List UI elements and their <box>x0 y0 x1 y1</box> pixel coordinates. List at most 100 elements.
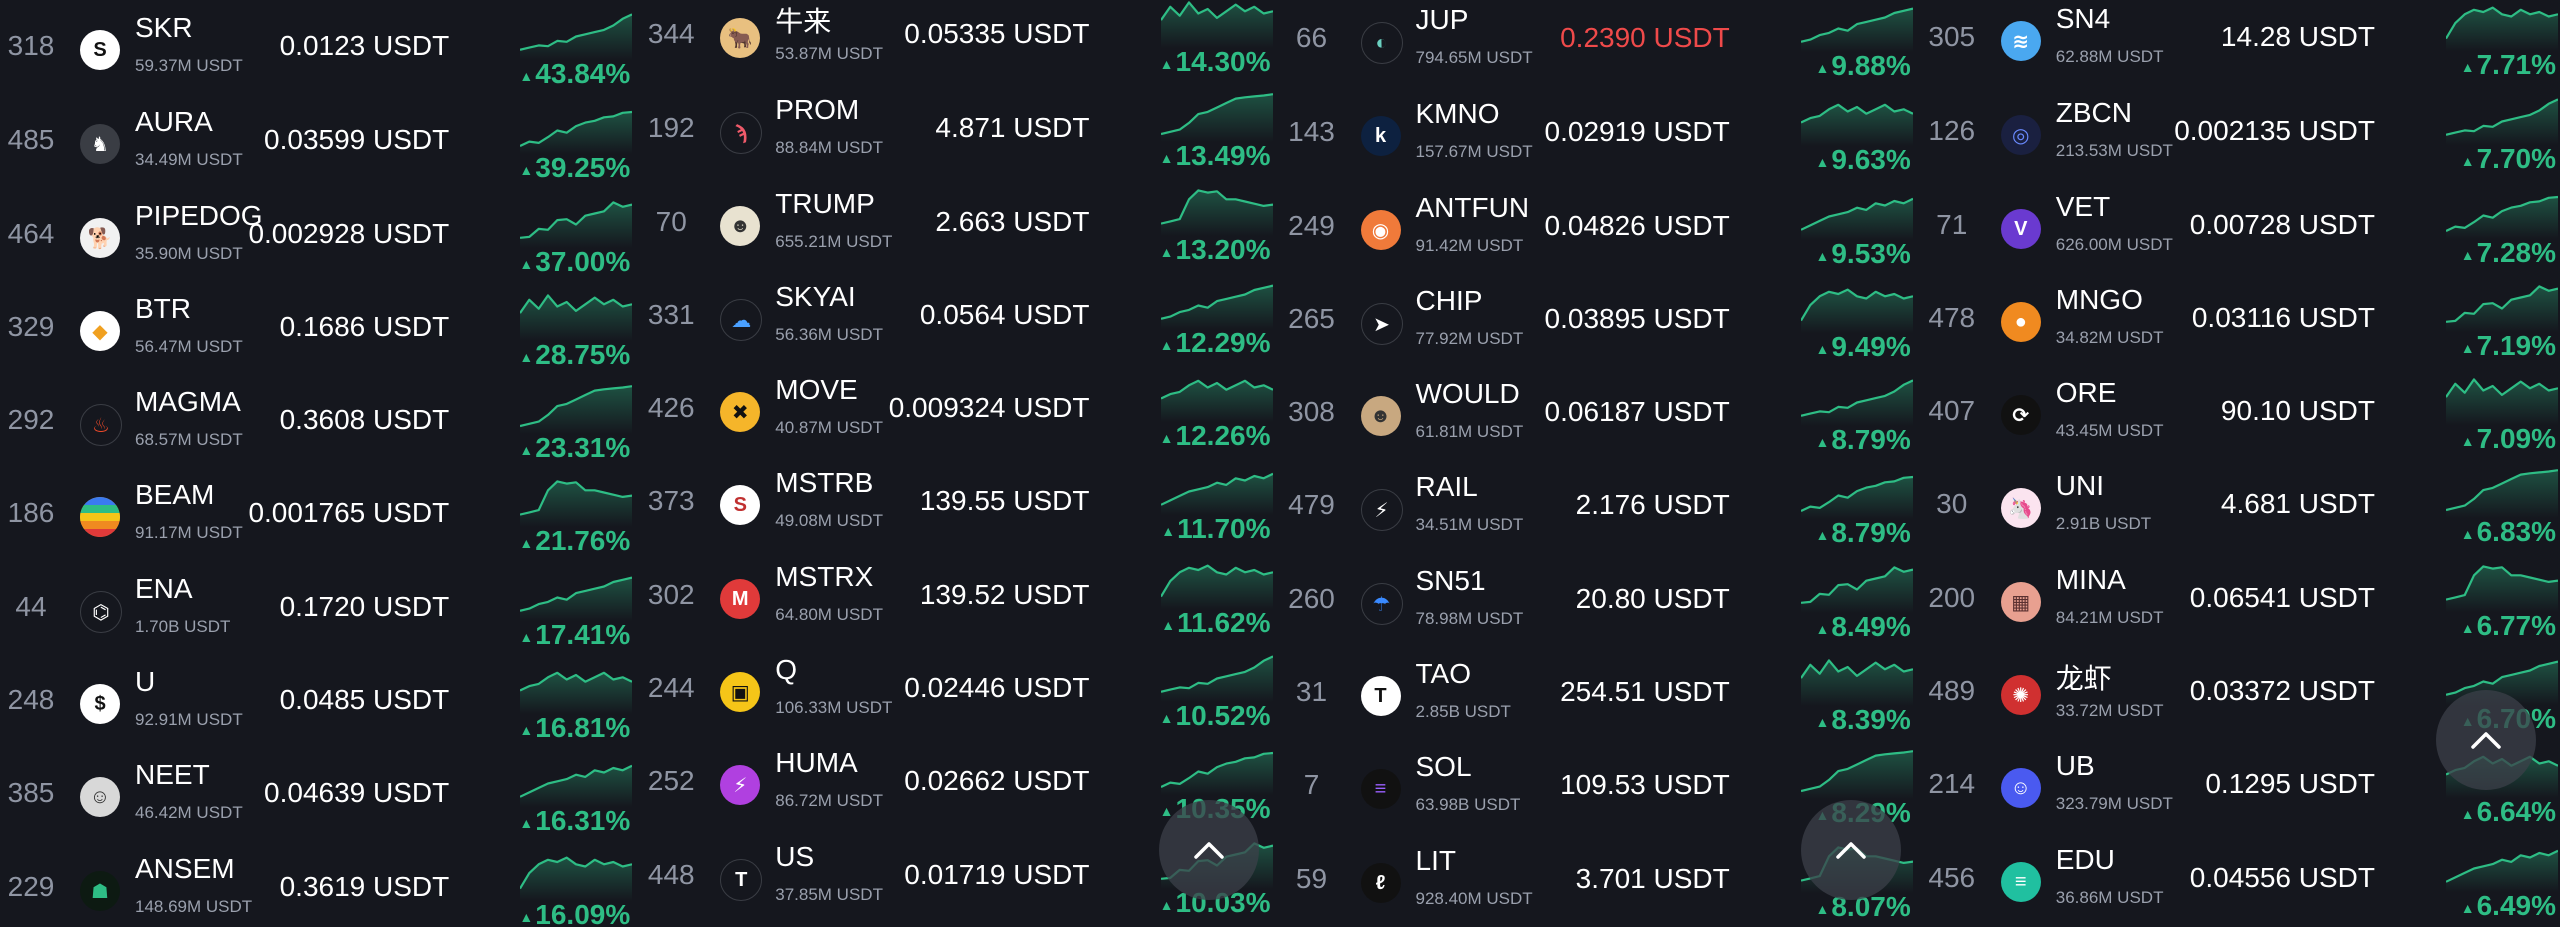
up-arrow-icon: ▲ <box>519 814 534 831</box>
up-arrow-icon: ▲ <box>519 255 534 272</box>
kmno-icon-glyph: k <box>1374 124 1387 147</box>
rank-number: 200 <box>1928 582 1976 613</box>
market-row[interactable]: 426 ✖ MOVE 40.87M USDT 0.009324 USDT ▲12… <box>640 366 1274 459</box>
market-row[interactable]: 260 ☂ SN51 78.98M USDT 20.80 USDT ▲8.49% <box>1281 557 1915 650</box>
market-list-panel[interactable]: 344 🐂 牛来 53.87M USDT 0.05335 USDT ▲14.30… <box>640 0 1275 927</box>
rank-number: 331 <box>647 299 695 330</box>
market-row[interactable]: 265 ➤ CHIP 77.92M USDT 0.03895 USDT ▲9.4… <box>1281 277 1915 370</box>
change-percent: ▲16.81% <box>519 712 630 744</box>
market-row[interactable]: 407 ⟳ ORE 43.45M USDT 90.10 USDT ▲7.09% <box>1921 369 2560 462</box>
market-row[interactable]: 200 ▦ MINA 84.21M USDT 0.06541 USDT ▲6.7… <box>1921 556 2560 649</box>
last-price: 0.3619 USDT <box>279 871 450 902</box>
change-percent: ▲13.20% <box>1160 234 1271 266</box>
change-value: 39.25% <box>535 152 631 183</box>
market-row[interactable]: 385 ☺ NEET 46.42M USDT 0.04639 USDT ▲16.… <box>0 751 634 844</box>
market-row[interactable]: 331 ☁ SKYAI 56.36M USDT 0.0564 USDT ▲12.… <box>640 273 1274 366</box>
sparkline-chart <box>2446 849 2558 892</box>
market-row[interactable]: 249 ◉ ANTFUN 91.42M USDT 0.04826 USDT ▲9… <box>1281 184 1915 277</box>
scroll-to-top-button[interactable] <box>1800 800 1901 900</box>
change-value: 8.79% <box>1831 424 1911 455</box>
market-row[interactable]: 30 🦄 UNI 2.91B USDT 4.681 USDT ▲6.83% <box>1921 462 2560 555</box>
up-arrow-icon: ▲ <box>1815 433 1830 450</box>
market-row[interactable]: 186 BEAM 91.17M USDT 0.001765 USDT ▲21.7… <box>0 471 634 564</box>
change-value: 7.71% <box>2476 49 2556 80</box>
market-row[interactable]: 71 V VET 626.00M USDT 0.00728 USDT ▲7.28… <box>1921 183 2560 276</box>
market-row[interactable]: 373 S MSTRB 49.08M USDT 139.55 USDT ▲11.… <box>640 459 1274 552</box>
sparkline-chart <box>520 576 633 621</box>
change-value: 16.81% <box>535 712 631 743</box>
sparkline-chart <box>1800 379 1913 426</box>
mngo-icon: ● <box>2000 302 2041 342</box>
coin-symbol: EDU <box>2055 844 2115 875</box>
market-row[interactable]: 244 ▣ Q 106.33M USDT 0.02446 USDT ▲10.52… <box>640 646 1274 739</box>
market-row[interactable]: 478 ● MNGO 34.82M USDT 0.03116 USDT ▲7.1… <box>1921 276 2560 369</box>
change-percent: ▲9.53% <box>1815 238 1910 270</box>
mina-icon-glyph: ▦ <box>2011 591 2031 614</box>
trading-volume: 62.88M USDT <box>2055 47 2164 66</box>
change-value: 28.75% <box>535 339 631 370</box>
market-row[interactable]: 344 🐂 牛来 53.87M USDT 0.05335 USDT ▲14.30… <box>640 0 1274 85</box>
market-list-panel[interactable]: 318 S SKR 59.37M USDT 0.0123 USDT ▲43.84… <box>0 0 635 927</box>
last-price: 0.0123 USDT <box>279 30 450 61</box>
change-value: 16.31% <box>535 805 631 836</box>
rank-number: 448 <box>647 859 695 890</box>
market-row[interactable]: 192 ϡ PROM 88.84M USDT 4.871 USDT ▲13.49… <box>640 86 1274 179</box>
market-row[interactable]: 329 ◆ BTR 56.47M USDT 0.1686 USDT ▲28.75… <box>0 285 634 378</box>
up-arrow-icon: ▲ <box>1159 243 1174 260</box>
market-row[interactable]: 464 🐕 PIPEDOG 35.90M USDT 0.002928 USDT … <box>0 192 634 285</box>
market-row[interactable]: 305 ≋ SN4 62.88M USDT 14.28 USDT ▲7.71% <box>1921 0 2560 88</box>
change-value: 14.30% <box>1175 46 1271 77</box>
coin-symbol: KMNO <box>1415 98 1500 129</box>
ansem-icon: ☗ <box>80 871 120 911</box>
market-row[interactable]: 248 $ U 92.91M USDT 0.0485 USDT ▲16.81% <box>0 658 634 751</box>
market-row[interactable]: 302 M MSTRX 64.80M USDT 139.52 USDT ▲11.… <box>640 553 1274 646</box>
trading-volume: 64.80M USDT <box>775 605 883 624</box>
trading-volume: 2.91B USDT <box>2055 514 2152 533</box>
up-arrow-icon: ▲ <box>1815 59 1830 76</box>
coin-symbol: MSTRX <box>775 561 874 592</box>
market-row[interactable]: 318 S SKR 59.37M USDT 0.0123 USDT ▲43.84… <box>0 4 634 97</box>
market-row[interactable]: 31 T TAO 2.85B USDT 254.51 USDT ▲8.39% <box>1281 650 1915 743</box>
last-price: 0.05335 USDT <box>904 18 1090 49</box>
scroll-to-top-button[interactable] <box>1159 800 1260 900</box>
market-row[interactable]: 308 ☻ WOULD 61.81M USDT 0.06187 USDT ▲8.… <box>1281 370 1915 463</box>
mngo-icon-glyph: ● <box>2014 310 2027 333</box>
market-row[interactable]: 44 ⌬ ENA 1.70B USDT 0.1720 USDT ▲17.41% <box>0 565 634 658</box>
market-row[interactable]: 456 ≡ EDU 36.86M USDT 0.04556 USDT ▲6.49… <box>1921 836 2560 927</box>
trading-volume: 92.91M USDT <box>135 710 243 729</box>
change-percent: ▲9.63% <box>1815 144 1910 176</box>
market-row[interactable]: 485 ♞ AURA 34.49M USDT 0.03599 USDT ▲39.… <box>0 98 634 191</box>
last-price: 20.80 USDT <box>1575 583 1730 614</box>
ena-icon: ⌬ <box>80 591 122 633</box>
change-percent: ▲8.79% <box>1815 424 1910 456</box>
change-percent: ▲7.09% <box>2461 423 2556 455</box>
market-row[interactable]: 126 ◎ ZBCN 213.53M USDT 0.002135 USDT ▲7… <box>1921 89 2560 182</box>
change-value: 37.00% <box>535 246 631 277</box>
change-value: 6.83% <box>2476 516 2556 547</box>
last-price: 0.04639 USDT <box>264 777 450 808</box>
market-list-panel[interactable]: 66 ◐ JUP 794.65M USDT 0.2390 USDT ▲9.88%… <box>1280 0 1915 927</box>
sparkline-chart <box>2446 469 2558 518</box>
change-value: 11.62% <box>1177 607 1271 638</box>
rank-number: 71 <box>1936 209 1968 240</box>
market-row[interactable]: 143 k KMNO 157.67M USDT 0.02919 USDT ▲9.… <box>1281 90 1915 183</box>
last-price: 4.681 USDT <box>2220 488 2375 519</box>
market-row[interactable]: 479 ⚡ RAIL 34.51M USDT 2.176 USDT ▲8.79% <box>1281 463 1915 556</box>
change-value: 7.19% <box>2476 330 2556 361</box>
market-row[interactable]: 70 ☻ TRUMP 655.21M USDT 2.663 USDT ▲13.2… <box>640 180 1274 273</box>
market-list-panel[interactable]: 305 ≋ SN4 62.88M USDT 14.28 USDT ▲7.71% … <box>1920 0 2560 927</box>
up-arrow-icon: ▲ <box>519 628 534 645</box>
scroll-to-top-button[interactable] <box>2435 690 2536 790</box>
market-row[interactable]: 229 ☗ ANSEM 148.69M USDT 0.3619 USDT ▲16… <box>0 845 634 927</box>
sparkline-area <box>2446 850 2558 892</box>
beam-stripes <box>80 497 120 537</box>
edu-icon-glyph: ≡ <box>2014 870 2027 893</box>
coin-symbol: RAIL <box>1415 471 1478 502</box>
market-row[interactable]: 66 ◐ JUP 794.65M USDT 0.2390 USDT ▲9.88% <box>1281 0 1915 89</box>
coin-symbol: SKYAI <box>775 281 856 312</box>
coin-symbol: MAGMA <box>135 386 241 417</box>
market-row[interactable]: 292 ♨ MAGMA 68.57M USDT 0.3608 USDT ▲23.… <box>0 378 634 471</box>
trading-volume: 928.40M USDT <box>1415 889 1533 908</box>
chip-icon-glyph: ➤ <box>1373 313 1390 336</box>
sparkline-area <box>1160 753 1273 795</box>
